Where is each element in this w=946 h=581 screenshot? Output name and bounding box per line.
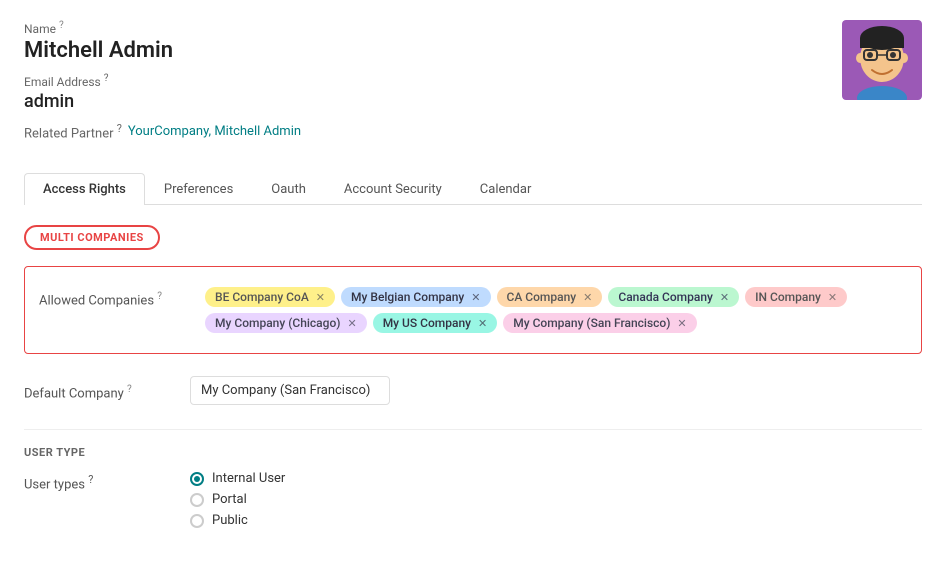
radio-public-circle[interactable] xyxy=(190,514,204,528)
multi-companies-section: MULTI COMPANIES Allowed Companies ? BE C… xyxy=(24,225,922,413)
remove-chicago-company[interactable]: ✕ xyxy=(347,317,356,330)
company-tag-sf[interactable]: My Company (San Francisco) ✕ xyxy=(503,313,696,333)
company-tag-chicago[interactable]: My Company (Chicago) ✕ xyxy=(205,313,367,333)
radio-portal[interactable]: Portal xyxy=(190,492,285,507)
user-type-title: USER TYPE xyxy=(24,446,922,459)
company-tag-canada[interactable]: Canada Company ✕ xyxy=(608,287,739,307)
tabs-bar: Access Rights Preferences Oauth Account … xyxy=(24,173,922,205)
remove-canada-company[interactable]: ✕ xyxy=(720,291,729,304)
related-partner-label: Related Partner ? xyxy=(24,122,122,141)
radio-public-label: Public xyxy=(212,513,248,528)
radio-internal-user[interactable]: Internal User xyxy=(190,471,285,486)
default-company-value[interactable]: My Company (San Francisco) xyxy=(190,376,390,405)
remove-in-company[interactable]: ✕ xyxy=(828,291,837,304)
header-left: Name ? Mitchell Admin Email Address ? ad… xyxy=(24,20,842,157)
section-divider xyxy=(24,429,922,430)
multi-companies-header: MULTI COMPANIES xyxy=(24,225,160,250)
company-tag-be[interactable]: BE Company CoA ✕ xyxy=(205,287,335,307)
header-section: Name ? Mitchell Admin Email Address ? ad… xyxy=(24,20,922,157)
user-type-fields-row: User types ? Internal User Portal Public xyxy=(24,471,922,528)
company-tag-ca[interactable]: CA Company ✕ xyxy=(497,287,603,307)
user-type-radio-group: Internal User Portal Public xyxy=(190,471,285,528)
name-value: Mitchell Admin xyxy=(24,38,842,63)
email-value: admin xyxy=(24,91,842,112)
company-tag-in[interactable]: IN Company ✕ xyxy=(745,287,847,307)
radio-internal-label: Internal User xyxy=(212,471,285,486)
name-label: Name ? xyxy=(24,20,842,36)
avatar xyxy=(842,20,922,100)
radio-portal-circle[interactable] xyxy=(190,493,204,507)
remove-us-company[interactable]: ✕ xyxy=(478,317,487,330)
remove-be-company[interactable]: ✕ xyxy=(316,291,325,304)
company-tag-us[interactable]: My US Company ✕ xyxy=(373,313,498,333)
allowed-companies-row: Allowed Companies ? BE Company CoA ✕ My … xyxy=(39,279,907,341)
remove-belgian-company[interactable]: ✕ xyxy=(471,291,480,304)
tab-preferences[interactable]: Preferences xyxy=(145,173,252,205)
radio-internal-circle[interactable] xyxy=(190,472,204,486)
remove-ca-company[interactable]: ✕ xyxy=(583,291,592,304)
related-partner-row: Related Partner ? YourCompany, Mitchell … xyxy=(24,122,842,141)
tab-calendar[interactable]: Calendar xyxy=(461,173,551,205)
tab-access-rights[interactable]: Access Rights xyxy=(24,173,145,205)
related-partner-link[interactable]: YourCompany, Mitchell Admin xyxy=(128,124,301,139)
radio-portal-label: Portal xyxy=(212,492,247,507)
email-label: Email Address ? xyxy=(24,73,842,89)
company-tag-belgian[interactable]: My Belgian Company ✕ xyxy=(341,287,491,307)
allowed-companies-label: Allowed Companies ? xyxy=(39,287,189,308)
tab-account-security[interactable]: Account Security xyxy=(325,173,461,205)
multi-companies-title: MULTI COMPANIES xyxy=(40,231,144,244)
user-types-label: User types ? xyxy=(24,471,174,492)
remove-sf-company[interactable]: ✕ xyxy=(677,317,686,330)
default-company-label: Default Company ? xyxy=(24,380,174,401)
default-company-row: Default Company ? My Company (San Franci… xyxy=(24,368,922,413)
tags-container: BE Company CoA ✕ My Belgian Company ✕ CA… xyxy=(205,287,907,333)
radio-public[interactable]: Public xyxy=(190,513,285,528)
page-container: Name ? Mitchell Admin Email Address ? ad… xyxy=(0,0,946,548)
tab-oauth[interactable]: Oauth xyxy=(252,173,325,205)
user-type-section: USER TYPE User types ? Internal User Por… xyxy=(24,446,922,528)
companies-box: Allowed Companies ? BE Company CoA ✕ My … xyxy=(24,266,922,354)
